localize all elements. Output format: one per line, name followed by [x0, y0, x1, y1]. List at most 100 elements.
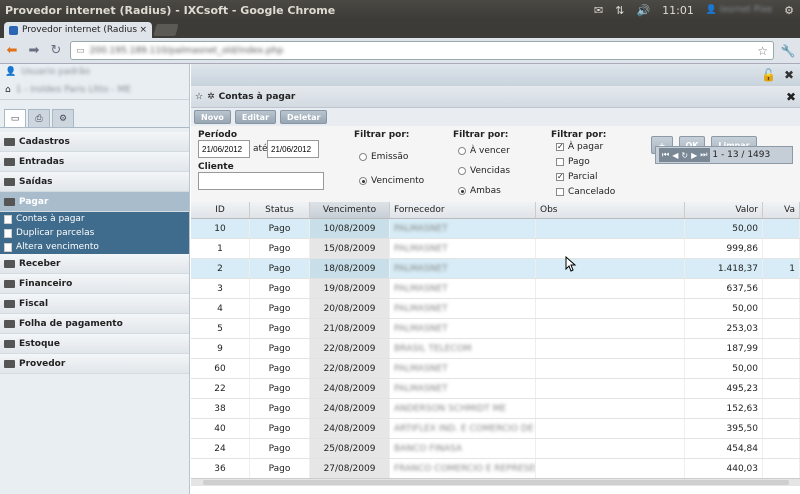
last-page-icon[interactable]: ⏭: [700, 150, 707, 160]
editar-button[interactable]: Editar: [234, 110, 277, 124]
cell-status: Pago: [250, 379, 310, 398]
cell-valor: 50,00: [685, 219, 763, 238]
table-row[interactable]: 4 Pago 20/08/2009 PALMASNET 50,00: [191, 299, 800, 319]
table-row[interactable]: 38 Pago 24/08/2009 ANDERSON SCHMIDT ME 152,6…: [191, 399, 800, 419]
radio-vencimento[interactable]: Vencimento: [359, 176, 424, 186]
radio-a-vencer[interactable]: À vencer: [458, 146, 510, 156]
mail-icon[interactable]: ✉: [594, 4, 603, 17]
checkbox-pago[interactable]: Pago: [556, 157, 590, 167]
close-icon[interactable]: ✖: [784, 68, 794, 82]
radio-emissao[interactable]: Emissão: [359, 152, 408, 162]
novo-button[interactable]: Novo: [194, 110, 231, 124]
checkbox-a-pagar[interactable]: ✓ À pagar: [556, 142, 603, 152]
sidebar-item-provedor[interactable]: Provedor: [0, 354, 189, 374]
radio-ambas[interactable]: Ambas: [458, 186, 501, 196]
browser-tab[interactable]: Provedor internet (Radius ×: [4, 22, 152, 38]
sidebar-item-financeiro[interactable]: Financeiro: [0, 274, 189, 294]
date-from-input[interactable]: [198, 140, 250, 158]
column-header-status[interactable]: Status: [250, 202, 310, 218]
table-row[interactable]: 3 Pago 19/08/2009 PALMASNET 637,56: [191, 279, 800, 299]
cell-valor: 440,03: [685, 459, 763, 478]
checkbox-checked-icon: ✓: [556, 172, 564, 181]
deletar-button[interactable]: Deletar: [280, 110, 328, 124]
cell-fornecedor-text: ANDERSON SCHMIDT ME: [394, 403, 507, 414]
column-header-valor[interactable]: Valor: [685, 202, 763, 218]
cell-id-text: 60: [214, 363, 226, 374]
first-page-icon[interactable]: ⏮: [662, 150, 669, 160]
settings-icon[interactable]: ✲: [207, 92, 215, 102]
user-menu[interactable]: 👤 Ixsrnet Pixe: [706, 5, 772, 15]
prev-page-icon[interactable]: ◀: [672, 151, 678, 160]
table-row[interactable]: 40 Pago 24/08/2009 ARTIFLEX IND. E COMERCIO…: [191, 419, 800, 439]
table-row[interactable]: 1 Pago 15/08/2009 PALMASNET 999,86: [191, 239, 800, 259]
table-row[interactable]: 2 Pago 18/08/2009 PALMASNET 1.418,37 1: [191, 259, 800, 279]
scrollbar-thumb[interactable]: [203, 480, 789, 485]
sidebar-item-fiscal[interactable]: Fiscal: [0, 294, 189, 314]
close-icon[interactable]: ✖: [786, 90, 796, 104]
cell-id: 1: [191, 239, 250, 258]
cell-status: Pago: [250, 419, 310, 438]
cell-status-text: Pago: [268, 283, 291, 294]
column-header-fornecedor[interactable]: Fornecedor: [390, 202, 536, 218]
table-row[interactable]: 9 Pago 22/08/2009 BRASIL TELECOM 187,99: [191, 339, 800, 359]
table-row[interactable]: 60 Pago 22/08/2009 PALMASNET 50,00: [191, 359, 800, 379]
cell-obs: [536, 379, 685, 398]
sidebar-item-entradas[interactable]: Entradas: [0, 152, 189, 172]
checkbox-cancelado[interactable]: Cancelado: [556, 187, 615, 197]
close-tab-icon[interactable]: ×: [139, 25, 147, 35]
pager-nav-buttons[interactable]: ⏮ ◀ ↻ ▶ ⏭: [659, 148, 711, 162]
column-header-obs[interactable]: Obs: [536, 202, 685, 218]
sidebar-item-cadastros[interactable]: Cadastros: [0, 132, 189, 152]
sidebar-item-estoque[interactable]: Estoque: [0, 334, 189, 354]
sidebar-item-pagar[interactable]: Pagar: [0, 192, 189, 212]
cliente-input[interactable]: [198, 172, 324, 190]
url-bar[interactable]: ▭ 200.195.189.110/palmasnet_old/index.ph…: [70, 41, 774, 60]
table-row[interactable]: 10 Pago 10/08/2009 PALMASNET 50,00: [191, 219, 800, 239]
next-page-icon[interactable]: ▶: [691, 151, 697, 160]
network-icon[interactable]: ⇅: [615, 4, 624, 17]
wrench-icon[interactable]: 🔧: [780, 44, 796, 58]
sidebar-item-folha[interactable]: Folha de pagamento: [0, 314, 189, 334]
gear-icon[interactable]: ⚙: [784, 4, 794, 17]
table-row[interactable]: 22 Pago 24/08/2009 PALMASNET 495,23: [191, 379, 800, 399]
date-to-input[interactable]: [267, 140, 319, 158]
column-header-va[interactable]: Va: [763, 202, 800, 218]
submenu-item-duplicar-parcelas[interactable]: Duplicar parcelas: [0, 226, 189, 240]
column-header-vencimento[interactable]: Vencimento: [310, 202, 390, 218]
horizontal-scrollbar[interactable]: [191, 478, 800, 486]
refresh-icon[interactable]: ↻: [681, 151, 688, 160]
folder-icon: [4, 299, 15, 308]
column-header-id[interactable]: ID: [191, 202, 250, 218]
clock[interactable]: 11:01: [662, 4, 694, 17]
submenu-item-contas-a-pagar[interactable]: Contas à pagar: [0, 212, 189, 226]
reload-icon[interactable]: ↻: [48, 43, 64, 58]
table-row[interactable]: 24 Pago 25/08/2009 BANCO FINASA 454,84: [191, 439, 800, 459]
tab-print[interactable]: ⎙: [28, 109, 50, 127]
cell-id: 22: [191, 379, 250, 398]
tab-settings[interactable]: ⚙: [52, 109, 74, 127]
unlock-icon[interactable]: 🔓: [761, 68, 776, 82]
cell-extra: [763, 379, 800, 398]
cell-vencimento: 22/08/2009: [310, 339, 390, 358]
table-row[interactable]: 36 Pago 27/08/2009 FRANCO COMERCIO E REPRES…: [191, 459, 800, 479]
radio-vencidas[interactable]: Vencidas: [458, 166, 510, 176]
user-name: Usuario padrão: [21, 67, 90, 77]
cell-fornecedor-text: FRANCO COMERCIO E REPRESEN: [394, 463, 536, 474]
table-row[interactable]: 5 Pago 21/08/2009 PALMASNET 253,03: [191, 319, 800, 339]
forward-arrow-icon[interactable]: ➡: [26, 43, 42, 58]
tab-menu[interactable]: ▭: [4, 109, 26, 127]
cell-status-text: Pago: [268, 263, 291, 274]
cell-extra: [763, 319, 800, 338]
volume-icon[interactable]: 🔊: [636, 4, 650, 17]
checkbox-parcial[interactable]: ✓ Parcial: [556, 172, 598, 182]
table-body: 10 Pago 10/08/2009 PALMASNET 50,00 1 Pago 15/08…: [191, 219, 800, 479]
bookmark-star-icon[interactable]: ☆: [757, 44, 768, 58]
sidebar-item-saidas[interactable]: Saídas: [0, 172, 189, 192]
submenu-item-altera-vencimento[interactable]: Altera vencimento: [0, 240, 189, 254]
back-arrow-icon[interactable]: ⬅: [4, 43, 20, 58]
star-icon[interactable]: ☆: [195, 92, 203, 102]
sidebar-item-receber[interactable]: Receber: [0, 254, 189, 274]
company-line: ⌂ 1 - Iroldeo Paris Lltto - ME: [0, 80, 189, 100]
home-icon[interactable]: ⌂: [5, 85, 11, 95]
new-tab-button[interactable]: [153, 24, 179, 36]
